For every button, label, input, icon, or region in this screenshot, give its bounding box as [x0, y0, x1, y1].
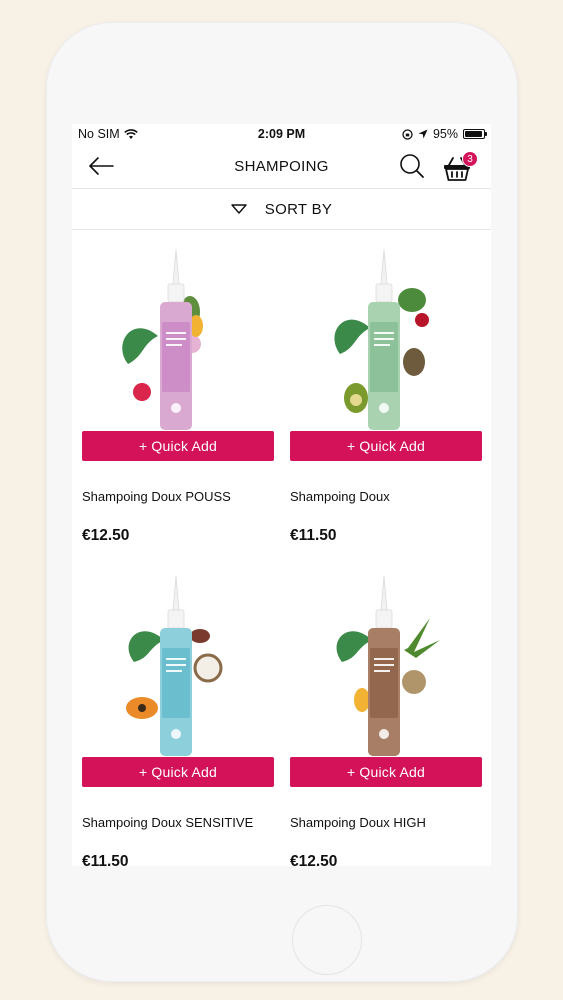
- product-image[interactable]: [280, 570, 488, 758]
- product-name[interactable]: Shampoing Doux POUSS: [82, 489, 231, 504]
- nav-bar: SHAMPOING 3: [72, 144, 491, 188]
- quick-add-button[interactable]: + Quick Add: [290, 431, 482, 461]
- orientation-lock-icon: [402, 128, 413, 140]
- app-screen: No SIM 2:09 PM 95% SHAMPOING 3 SORT BY +…: [72, 124, 491, 866]
- status-right: 95%: [402, 127, 487, 141]
- page-title: SHAMPOING: [234, 158, 329, 175]
- sort-by-button[interactable]: SORT BY: [72, 188, 491, 230]
- battery-percent: 95%: [432, 127, 458, 141]
- location-icon: [418, 129, 428, 139]
- product-price: €11.50: [82, 853, 129, 866]
- battery-icon: [463, 129, 487, 139]
- product-card[interactable]: + Quick Add Shampoing Doux €11.50: [280, 230, 488, 556]
- product-card[interactable]: + Quick Add Shampoing Doux HIGH €12.50: [280, 556, 488, 866]
- status-bar: No SIM 2:09 PM 95%: [72, 124, 491, 144]
- product-name[interactable]: Shampoing Doux HIGH: [290, 815, 426, 830]
- quick-add-button[interactable]: + Quick Add: [290, 757, 482, 787]
- triangle-down-icon: [231, 204, 247, 214]
- product-name[interactable]: Shampoing Doux: [290, 489, 390, 504]
- search-icon[interactable]: [398, 152, 426, 180]
- product-name[interactable]: Shampoing Doux SENSITIVE: [82, 815, 253, 830]
- cart-count-badge: 3: [462, 151, 478, 167]
- product-price: €11.50: [290, 527, 337, 544]
- cart-button[interactable]: 3: [442, 151, 478, 182]
- product-price: €12.50: [290, 853, 338, 866]
- quick-add-button[interactable]: + Quick Add: [82, 431, 274, 461]
- home-button[interactable]: [292, 905, 362, 975]
- product-image[interactable]: [72, 570, 280, 758]
- product-image[interactable]: [280, 244, 488, 432]
- quick-add-button[interactable]: + Quick Add: [82, 757, 274, 787]
- product-price: €12.50: [82, 527, 130, 544]
- product-card[interactable]: + Quick Add Shampoing Doux POUSS €12.50: [72, 230, 280, 556]
- sort-by-label: SORT BY: [264, 200, 333, 218]
- product-card[interactable]: + Quick Add Shampoing Doux SENSITIVE €11…: [72, 556, 280, 866]
- product-image[interactable]: [72, 244, 280, 432]
